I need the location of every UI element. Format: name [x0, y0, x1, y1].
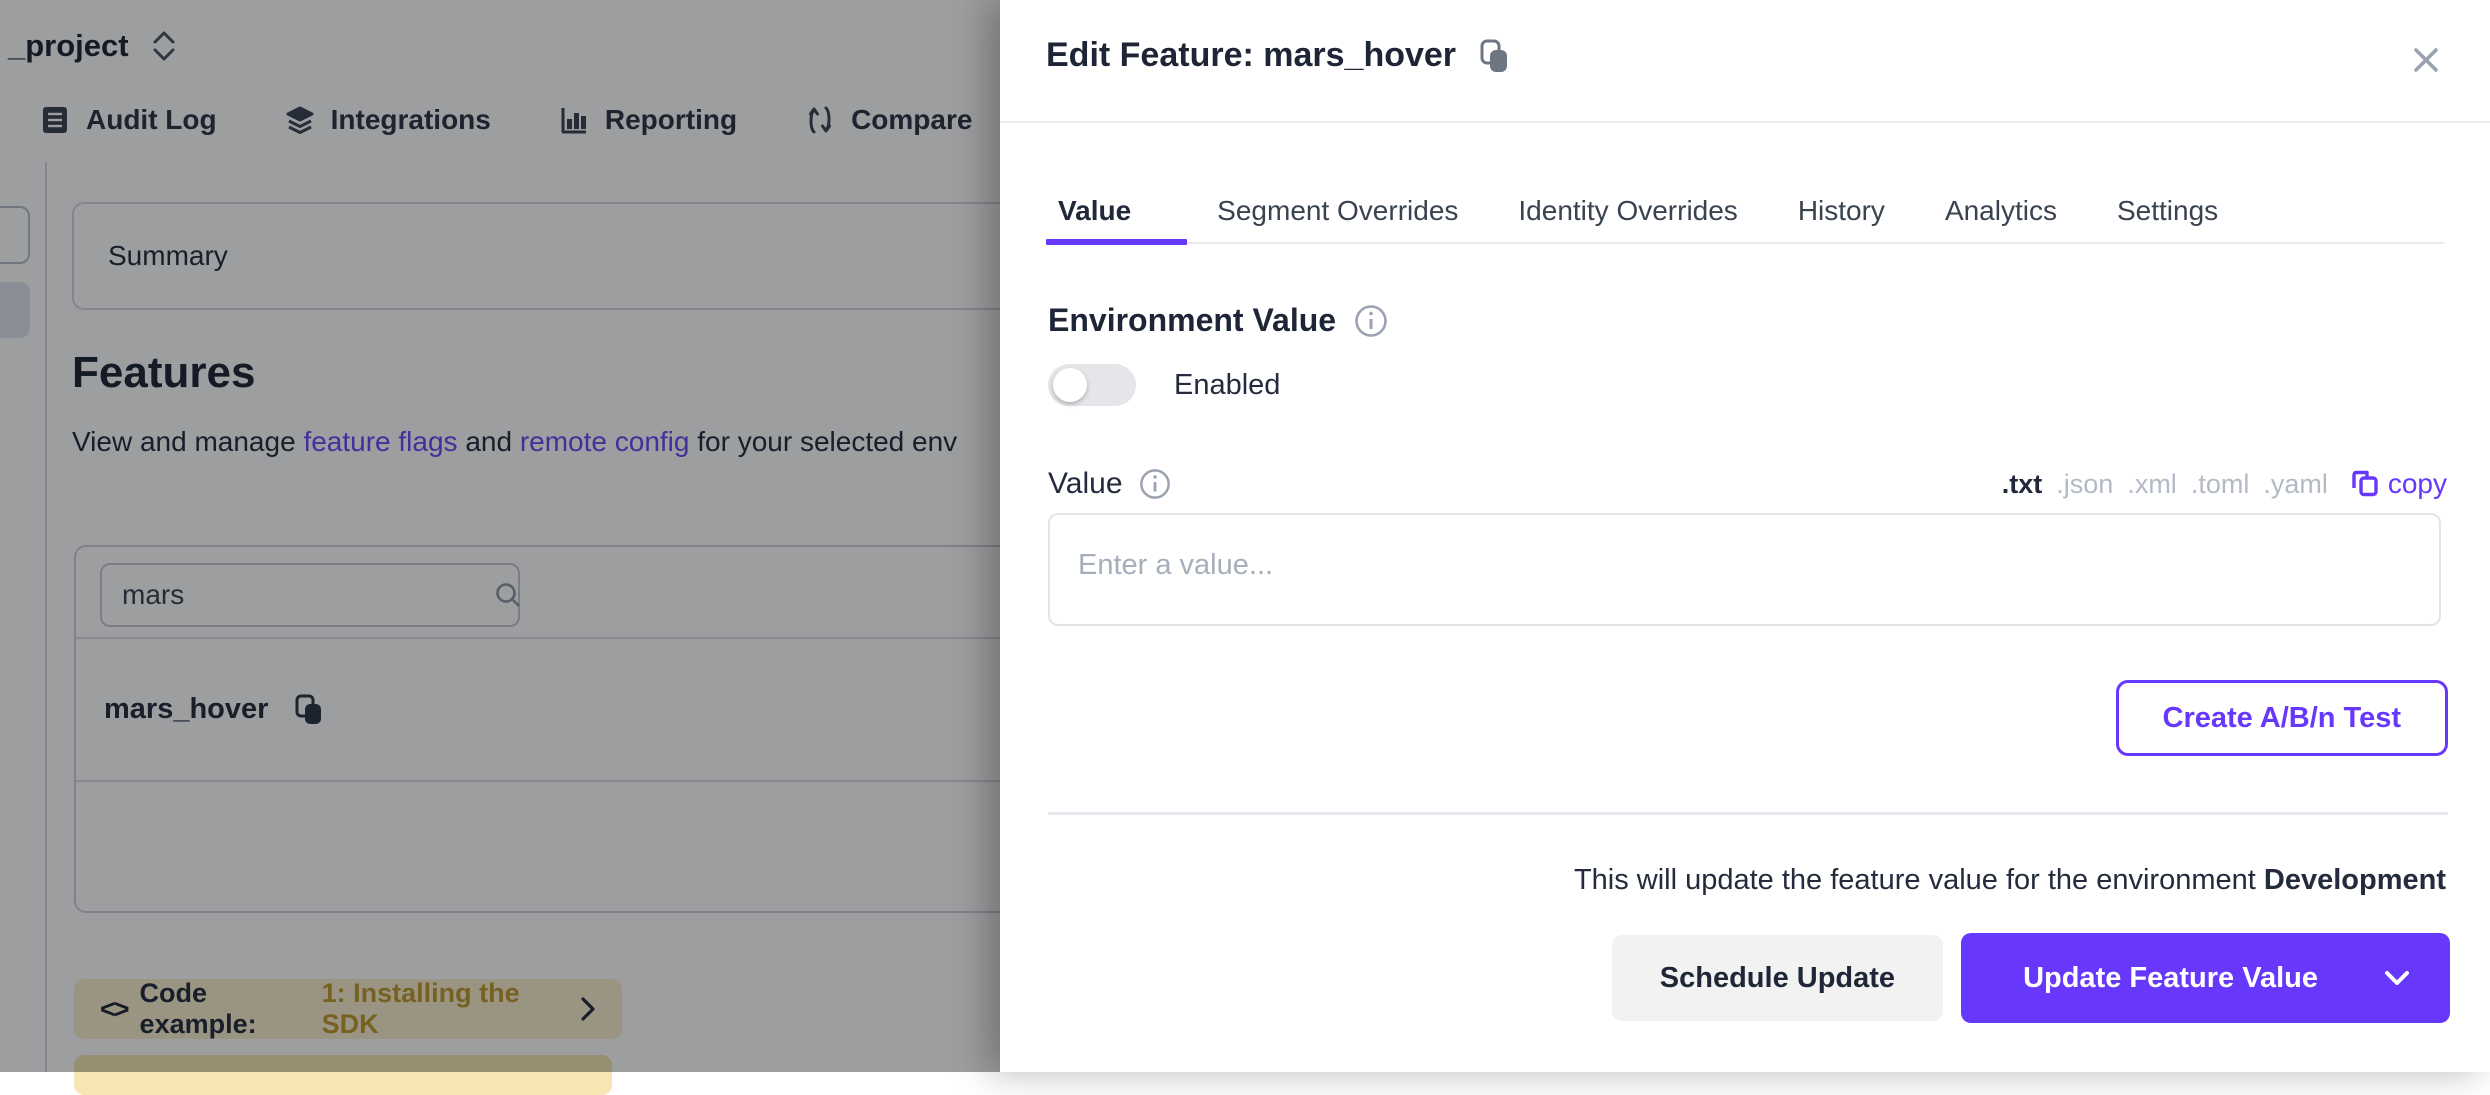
value-header-row: Value .txt .json .xml .toml .yaml copy	[1048, 462, 2447, 506]
header-divider	[1000, 121, 2490, 123]
tab-history[interactable]: History	[1768, 178, 1915, 244]
tab-identity-overrides[interactable]: Identity Overrides	[1488, 178, 1767, 244]
update-feature-value-button[interactable]: Update Feature Value	[1961, 933, 2450, 1023]
note-text: This will update the feature value for t…	[1574, 864, 2264, 896]
value-input[interactable]	[1048, 513, 2441, 626]
tab-label: Segment Overrides	[1217, 195, 1458, 227]
modal-header: Edit Feature: mars_hover	[1000, 0, 2490, 121]
copy-icon	[2350, 469, 2380, 499]
format-json[interactable]: .json	[2056, 469, 2113, 500]
note-environment: Development	[2264, 864, 2446, 896]
chevron-down-icon	[2384, 969, 2410, 987]
tab-label: Identity Overrides	[1518, 195, 1737, 227]
schedule-update-button[interactable]: Schedule Update	[1612, 935, 1943, 1021]
screen: _project Audit Log Integrations	[0, 0, 2490, 1072]
tab-label: Value	[1058, 195, 1131, 227]
tab-analytics[interactable]: Analytics	[1915, 178, 2087, 244]
section-divider	[1048, 812, 2448, 815]
format-xml[interactable]: .xml	[2127, 469, 2177, 500]
edit-feature-modal: Edit Feature: mars_hover Value Segment O…	[1000, 0, 2490, 1072]
modal-backdrop[interactable]	[0, 0, 1000, 1072]
info-icon[interactable]	[1139, 468, 1171, 500]
value-label: Value	[1048, 467, 1123, 501]
update-button-label: Update Feature Value	[2023, 962, 2318, 995]
tab-segment-overrides[interactable]: Segment Overrides	[1187, 178, 1488, 244]
copy-value-button[interactable]: copy	[2350, 468, 2447, 500]
environment-value-title: Environment Value	[1048, 302, 1336, 339]
environment-note: This will update the feature value for t…	[1574, 864, 2446, 897]
enabled-toggle[interactable]	[1048, 364, 1136, 406]
modal-tabs: Value Segment Overrides Identity Overrid…	[1046, 178, 2444, 244]
format-txt[interactable]: .txt	[2002, 469, 2043, 500]
copy-feature-name-icon[interactable]	[1478, 38, 1510, 74]
format-toml[interactable]: .toml	[2191, 469, 2250, 500]
format-yaml[interactable]: .yaml	[2263, 469, 2328, 500]
format-switcher: .txt .json .xml .toml .yaml copy	[2002, 468, 2447, 500]
enabled-toggle-row: Enabled	[1048, 364, 1280, 406]
copy-label: copy	[2388, 468, 2447, 500]
create-abn-test-button[interactable]: Create A/B/n Test	[2116, 680, 2449, 756]
modal-title: Edit Feature: mars_hover	[1046, 36, 1456, 75]
footer-actions: Schedule Update Update Feature Value	[1612, 933, 2450, 1023]
tab-label: Analytics	[1945, 195, 2057, 227]
tab-settings[interactable]: Settings	[2087, 178, 2248, 244]
info-icon[interactable]	[1354, 304, 1388, 338]
tab-label: History	[1798, 195, 1885, 227]
environment-value-heading: Environment Value	[1048, 302, 1388, 339]
tab-value[interactable]: Value	[1046, 178, 1187, 244]
tab-label: Settings	[2117, 195, 2218, 227]
toggle-knob	[1053, 368, 1087, 402]
close-icon[interactable]	[2408, 42, 2444, 78]
enabled-label: Enabled	[1174, 369, 1280, 402]
